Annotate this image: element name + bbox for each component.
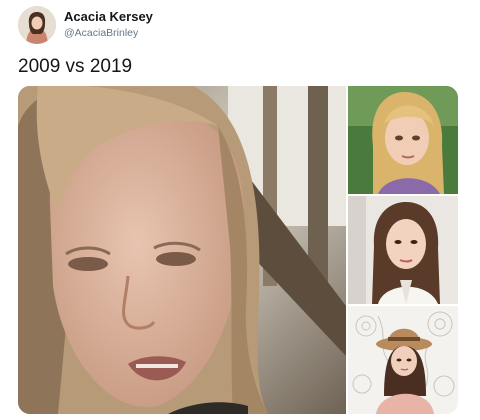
tweet-text: 2009 vs 2019 <box>18 56 133 77</box>
photo-girl-2009-portrait[interactable] <box>348 86 458 194</box>
display-name[interactable]: Acacia Kersey <box>64 9 153 24</box>
tweet-card: Acacia Kersey @AcaciaBrinley 2009 vs 201… <box>0 0 480 420</box>
photo-woman-2019-portrait[interactable] <box>348 196 458 304</box>
photo-woman-2019-hat[interactable] <box>348 306 458 414</box>
media-grid <box>18 86 458 414</box>
photo-girl-2009-closeup[interactable] <box>18 86 346 414</box>
avatar[interactable] <box>18 6 56 44</box>
user-handle[interactable]: @AcaciaBrinley <box>64 27 138 39</box>
